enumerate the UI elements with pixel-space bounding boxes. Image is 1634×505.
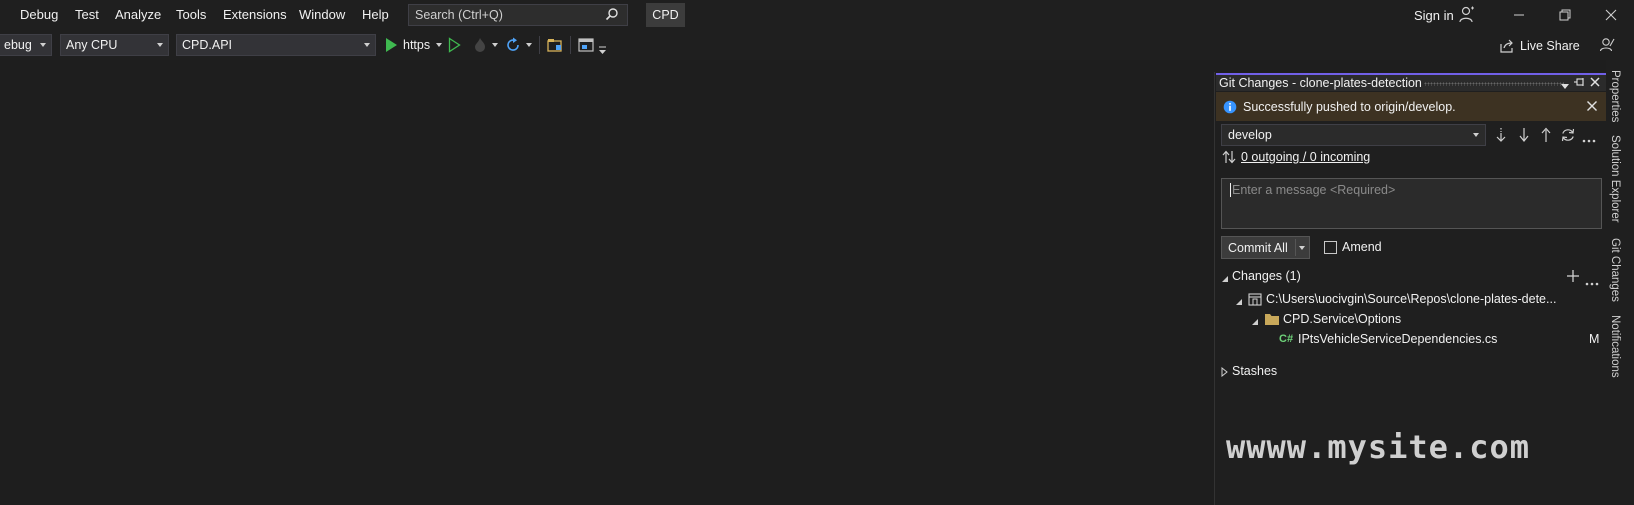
tab-properties[interactable]: Properties (1609, 70, 1621, 122)
start-without-debugging-icon[interactable] (448, 37, 461, 56)
sync-icon[interactable] (1560, 127, 1576, 146)
amend-label: Amend (1342, 240, 1382, 254)
text-cursor (1230, 183, 1231, 197)
commit-options-chevron-icon[interactable] (1299, 246, 1305, 250)
live-share-icon[interactable] (1499, 38, 1515, 57)
minimize-icon[interactable] (1510, 6, 1528, 24)
startup-project-dropdown[interactable]: CPD.API (176, 34, 376, 56)
expand-folder-icon[interactable] (1251, 315, 1259, 329)
start-debugging-icon[interactable] (385, 37, 398, 56)
tab-git-changes[interactable]: Git Changes (1609, 238, 1621, 302)
panel-title: Git Changes - clone-plates-detection (1219, 76, 1422, 90)
toolbar-separator (570, 36, 571, 54)
folder-icon (1264, 312, 1280, 329)
watermark-text: wwww.mysite.com (1226, 428, 1530, 466)
panel-menu-chevron-icon[interactable] (1560, 79, 1570, 93)
title-grip (1424, 82, 1564, 86)
feedback-icon[interactable] (1599, 37, 1615, 56)
file-status-badge: M (1589, 332, 1600, 346)
search-icon (605, 7, 619, 24)
split-divider (1295, 239, 1296, 256)
repository-icon (1248, 292, 1262, 309)
commit-all-label: Commit All (1228, 241, 1288, 255)
chevron-down-icon (492, 43, 498, 47)
restore-icon[interactable] (1556, 6, 1574, 24)
changes-more-icon[interactable] (1585, 275, 1599, 289)
toolbar-separator (539, 36, 540, 54)
chevron-down-icon (40, 43, 46, 47)
info-message: Successfully pushed to origin/develop. (1243, 100, 1456, 114)
changes-header[interactable]: Changes (1) (1232, 269, 1301, 283)
menu-analyze[interactable]: Analyze (115, 7, 161, 22)
sign-in-link[interactable]: Sign in (1414, 8, 1454, 23)
folder-path[interactable]: CPD.Service\Options (1283, 312, 1401, 326)
account-icon[interactable] (1459, 6, 1475, 27)
commit-message-input[interactable]: Enter a message <Required> (1221, 178, 1602, 229)
chevron-down-icon[interactable] (436, 43, 442, 47)
chevron-down-icon (364, 43, 370, 47)
toolbar-overflow-icon[interactable] (598, 44, 607, 58)
chevron-down-icon (1473, 133, 1479, 137)
platform-dropdown[interactable]: Any CPU (60, 34, 169, 56)
stashes-header[interactable]: Stashes (1232, 364, 1277, 378)
repo-path[interactable]: C:\Users\uocivgin\Source\Repos\clone-pla… (1266, 292, 1556, 306)
more-actions-icon[interactable] (1582, 132, 1596, 146)
csharp-file-icon: C# (1279, 333, 1294, 345)
refresh-icon[interactable] (505, 37, 521, 56)
pin-icon[interactable] (1573, 76, 1585, 91)
changed-file-name[interactable]: IPtsVehicleServiceDependencies.cs (1298, 332, 1497, 346)
folder-browse-icon[interactable] (547, 37, 563, 56)
stage-all-icon[interactable] (1567, 270, 1579, 285)
push-icon[interactable] (1539, 127, 1553, 146)
commit-message-placeholder: Enter a message <Required> (1232, 183, 1396, 197)
close-window-icon[interactable] (1602, 6, 1620, 24)
expand-changes-icon[interactable] (1221, 272, 1229, 286)
fetch-icon[interactable] (1494, 127, 1508, 146)
hot-reload-flame-icon (472, 37, 488, 56)
run-profile-label[interactable]: https (403, 38, 430, 52)
expand-stashes-icon[interactable] (1221, 366, 1229, 380)
menu-tools[interactable]: Tools (176, 7, 206, 22)
configuration-dropdown[interactable]: ebug (0, 34, 52, 56)
configuration-value: ebug (4, 38, 32, 52)
search-input[interactable]: Search (Ctrl+Q) (408, 4, 628, 26)
menu-window[interactable]: Window (299, 7, 345, 22)
amend-checkbox[interactable] (1324, 241, 1337, 254)
commit-all-button[interactable]: Commit All (1221, 236, 1310, 259)
outgoing-incoming-icon (1222, 150, 1236, 167)
info-bar: Successfully pushed to origin/develop. (1216, 92, 1606, 121)
chevron-down-icon[interactable] (526, 43, 532, 47)
solution-name-badge[interactable]: CPD (646, 3, 685, 27)
branch-dropdown[interactable]: develop (1221, 124, 1486, 146)
platform-value: Any CPU (66, 38, 118, 52)
panel-title-bar: Git Changes - clone-plates-detection (1216, 73, 1606, 91)
chevron-down-icon (157, 43, 163, 47)
pull-icon[interactable] (1517, 127, 1531, 146)
live-share-button[interactable]: Live Share (1520, 39, 1580, 53)
tab-notifications[interactable]: Notifications (1609, 315, 1621, 378)
tab-solution-explorer[interactable]: Solution Explorer (1609, 135, 1621, 223)
menu-help[interactable]: Help (362, 7, 389, 22)
outgoing-incoming-link[interactable]: 0 outgoing / 0 incoming (1241, 150, 1370, 164)
menu-test[interactable]: Test (75, 7, 99, 22)
expand-repo-icon[interactable] (1235, 295, 1243, 309)
window-layout-icon[interactable] (578, 37, 594, 56)
menu-extensions[interactable]: Extensions (223, 7, 287, 22)
dismiss-info-icon[interactable] (1586, 100, 1598, 115)
info-icon (1223, 100, 1237, 117)
search-placeholder: Search (Ctrl+Q) (415, 8, 503, 22)
close-panel-icon[interactable] (1589, 76, 1601, 91)
menu-debug[interactable]: Debug (20, 7, 58, 22)
startup-project-value: CPD.API (182, 38, 233, 52)
branch-value: develop (1228, 128, 1272, 142)
